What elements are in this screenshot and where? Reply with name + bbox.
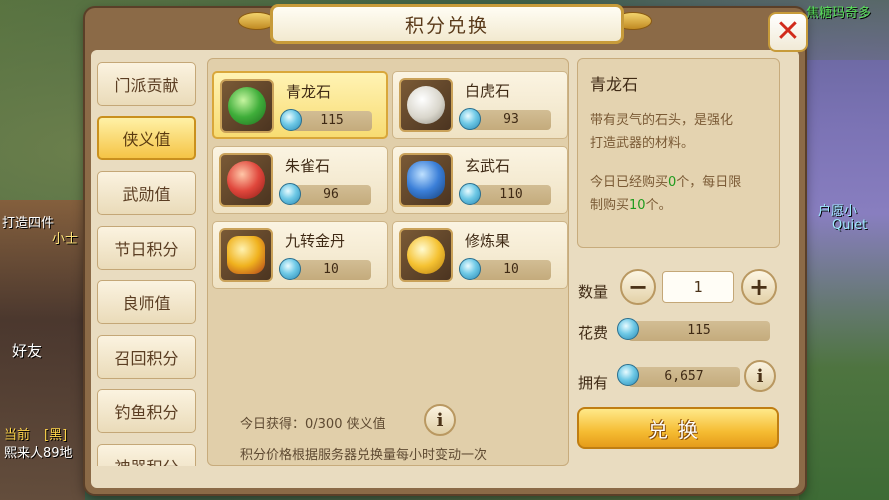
info-icon: i — [756, 365, 764, 387]
item-name: 玄武石 — [465, 157, 511, 175]
increase-quantity-button[interactable]: + — [741, 269, 777, 305]
daily-text: 制购买 — [590, 198, 630, 213]
quest-text: 打造四件 — [2, 216, 55, 231]
item-price: 10 — [323, 262, 339, 277]
daily-text: 个，每日限 — [676, 175, 742, 190]
item-grid: 青龙石 115 白虎石 93 朱雀石 96 玄武石 110 九转金丹 10 修炼… — [207, 58, 569, 466]
item-card-green-dragon-stone[interactable]: 青龙石 115 — [212, 71, 388, 139]
item-card-vermilion-bird-stone[interactable]: 朱雀石 96 — [212, 146, 388, 214]
item-name: 九转金丹 — [285, 232, 346, 250]
cultivation-fruit-icon — [407, 236, 445, 274]
player-name-tag: 焦糖玛奇多 — [806, 6, 872, 21]
exchange-button[interactable]: 兑换 — [577, 407, 779, 449]
chat-channel-label: 当前 — [4, 428, 31, 443]
green-dragon-stone-icon — [228, 87, 266, 125]
item-price: 110 — [499, 187, 523, 202]
detail-description: 带有灵气的石头，是强化 打造武器的材料。 — [590, 109, 767, 155]
item-name: 朱雀石 — [285, 157, 331, 175]
currency-icon — [617, 364, 639, 386]
tab-military-merit[interactable]: 武勋值 — [97, 171, 196, 215]
quest-text: 小士 — [52, 232, 79, 247]
daily-text: 个。 — [645, 198, 672, 213]
description-line: 打造武器的材料。 — [590, 136, 695, 151]
item-card-black-tortoise-stone[interactable]: 玄武石 110 — [392, 146, 568, 214]
tab-fishing-points[interactable]: 钓鱼积分 — [97, 389, 196, 433]
tab-festival-points[interactable]: 节日积分 — [97, 226, 196, 270]
item-icon-frame — [399, 228, 453, 282]
quantity-label: 数量 — [578, 283, 609, 301]
friends-label[interactable]: 好友 — [12, 340, 42, 361]
tab-recall-points[interactable]: 召回积分 — [97, 335, 196, 379]
decrease-quantity-button[interactable]: − — [620, 269, 656, 305]
item-detail-panel: 青龙石 带有灵气的石头，是强化 打造武器的材料。 今日已经购买0个，每日限 制购… — [577, 58, 780, 248]
daily-limit-count: 10 — [629, 198, 646, 213]
title-bar: 积分兑换 — [270, 4, 624, 44]
tab-artifact-points[interactable]: 神器积分 — [97, 444, 196, 466]
quantity-input[interactable] — [662, 271, 734, 303]
panel-title: 积分兑换 — [404, 14, 489, 37]
minus-icon: − — [627, 273, 649, 301]
owned-value: 6,657 — [628, 367, 740, 387]
item-card-cultivation-fruit[interactable]: 修炼果 10 — [392, 221, 568, 289]
item-name: 青龙石 — [286, 83, 332, 101]
item-icon-frame — [399, 78, 453, 132]
item-name: 修炼果 — [465, 232, 511, 250]
tab-chivalry[interactable]: 侠义值 — [97, 116, 196, 160]
owned-info-button[interactable]: i — [744, 360, 776, 392]
item-name: 白虎石 — [465, 82, 511, 100]
npc-name-tag: Quiet — [832, 218, 868, 233]
item-price: 10 — [503, 262, 519, 277]
background-scene-right — [799, 60, 889, 500]
black-tortoise-stone-icon — [407, 161, 445, 199]
cost-label: 花费 — [578, 324, 609, 342]
golden-elixir-icon — [227, 236, 265, 274]
info-button[interactable]: i — [424, 404, 456, 436]
currency-icon — [617, 318, 639, 340]
tab-sect-contribution[interactable]: 门派贡献 — [97, 62, 196, 106]
item-card-white-tiger-stone[interactable]: 白虎石 93 — [392, 71, 568, 139]
chat-text: 熙来人89地 — [4, 446, 73, 461]
close-button[interactable]: ✕ — [768, 12, 808, 52]
item-icon-frame — [220, 79, 274, 133]
daily-limit-text: 今日已经购买0个，每日限 制购买10个。 — [590, 171, 767, 217]
vermilion-bird-stone-icon — [227, 161, 265, 199]
chat-text: [黑] — [44, 428, 68, 443]
daily-text: 今日已经购买 — [590, 175, 669, 190]
owned-label: 拥有 — [578, 374, 609, 392]
item-card-golden-elixir[interactable]: 九转金丹 10 — [212, 221, 388, 289]
npc-name-tag: 户愿小 — [818, 204, 858, 219]
info-icon: i — [436, 409, 444, 431]
detail-item-name: 青龙石 — [590, 75, 639, 94]
item-price: 93 — [503, 112, 519, 127]
white-tiger-stone-icon — [407, 86, 445, 124]
today-gain-text: 今日获得：0/300 侠义值 — [240, 417, 386, 432]
plus-icon: + — [748, 273, 770, 301]
category-tabs: 门派贡献 侠义值 武勋值 节日积分 良师值 召回积分 钓鱼积分 神器积分 — [95, 58, 199, 466]
item-price: 96 — [323, 187, 339, 202]
cost-value: 115 — [628, 321, 770, 341]
price-note-text: 积分价格根据服务器兑换量每小时变动一次 — [240, 448, 488, 463]
tab-mentor-points[interactable]: 良师值 — [97, 280, 196, 324]
item-price: 115 — [320, 113, 344, 128]
close-icon: ✕ — [775, 14, 801, 49]
description-line: 带有灵气的石头，是强化 — [590, 113, 734, 128]
item-icon-frame — [219, 228, 273, 282]
item-icon-frame — [219, 153, 273, 207]
item-icon-frame — [399, 153, 453, 207]
